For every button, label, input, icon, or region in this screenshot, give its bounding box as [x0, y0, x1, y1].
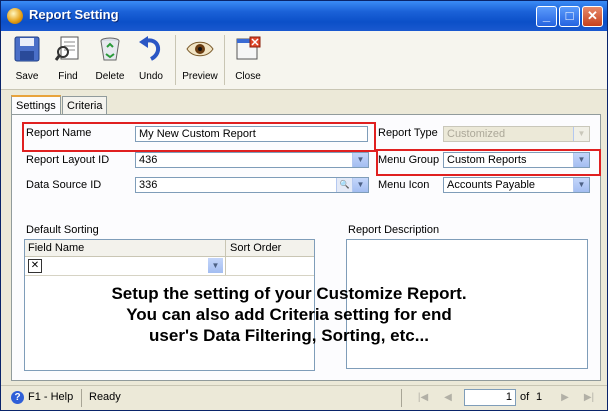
report-type-value: Customized [447, 128, 506, 140]
app-icon [7, 8, 23, 24]
status-separator [401, 389, 402, 407]
total-pages: 1 [536, 391, 543, 403]
instruction-line-3: user's Data Filtering, Sorting, etc... [149, 326, 429, 345]
instruction-overlay: Setup the setting of your Customize Repo… [59, 283, 519, 346]
toolbar-separator [224, 35, 225, 85]
menu-icon-value: Accounts Payable [447, 179, 536, 191]
close-window-button[interactable]: ✕ [582, 6, 603, 27]
minimize-button[interactable]: _ [536, 6, 557, 27]
report-layout-value: 436 [139, 154, 158, 166]
save-button[interactable]: Save [7, 35, 47, 82]
report-name-label: Report Name [26, 127, 92, 139]
table-row: ✕ ▼ [25, 257, 314, 276]
chevron-down-icon[interactable]: ▼ [573, 153, 589, 167]
cell-divider [225, 257, 226, 275]
find-label: Find [58, 71, 78, 82]
default-sorting-title: Default Sorting [26, 224, 99, 236]
undo-button[interactable]: Undo [131, 35, 171, 82]
instruction-line-1: Setup the setting of your Customize Repo… [111, 284, 467, 303]
previous-page-icon[interactable]: ◀ [440, 391, 456, 405]
menu-group-select[interactable]: Custom Reports ▼ [443, 152, 590, 168]
next-page-icon[interactable]: ▶ [557, 391, 573, 405]
menu-icon-label: Menu Icon [378, 179, 430, 191]
menu-icon-select[interactable]: Accounts Payable ▼ [443, 177, 590, 193]
of-label: of [520, 391, 530, 403]
chevron-down-icon: ▼ [573, 127, 589, 141]
chevron-down-icon[interactable]: ▼ [352, 178, 368, 192]
last-page-icon[interactable]: ▶| [581, 391, 597, 405]
help-link[interactable]: ? F1 - Help [11, 390, 73, 404]
chevron-down-icon[interactable]: ▼ [573, 178, 589, 192]
chevron-down-icon[interactable]: ▼ [208, 258, 223, 273]
maximize-button[interactable]: □ [559, 6, 580, 27]
window-title: Report Setting [29, 7, 119, 22]
menu-group-label: Menu Group [378, 154, 440, 166]
preview-button[interactable]: Preview [180, 35, 220, 82]
close-label: Close [235, 71, 261, 82]
status-separator [81, 389, 82, 407]
header-divider [225, 240, 226, 256]
chevron-down-icon[interactable]: ▼ [352, 153, 368, 167]
menu-group-value: Custom Reports [447, 154, 527, 166]
title-bar: Report Setting _ □ ✕ [1, 1, 607, 31]
help-icon: ? [11, 390, 24, 404]
report-layout-label: Report Layout ID [26, 154, 110, 166]
close-button[interactable]: Close [228, 35, 268, 82]
delete-button[interactable]: Delete [90, 35, 130, 82]
status-bar: ? F1 - Help Ready |◀ ◀ 1 of 1 ▶ ▶| [1, 385, 607, 410]
field-name-header[interactable]: Field Name [28, 240, 84, 256]
find-button[interactable]: Find [48, 35, 88, 82]
search-icon[interactable]: 🔍 [336, 178, 352, 192]
data-source-lookup[interactable]: 336 🔍 ▼ [135, 177, 369, 193]
report-setting-window: Report Setting _ □ ✕ Save Find Delete Un… [0, 0, 608, 411]
sorting-grid-header: Field Name Sort Order [25, 240, 314, 257]
toolbar: Save Find Delete Undo Preview Close [1, 31, 607, 90]
data-source-value: 336 [139, 179, 158, 191]
sort-order-header[interactable]: Sort Order [230, 240, 281, 256]
toolbar-separator [175, 35, 176, 85]
recycle-bin-icon [100, 37, 120, 61]
delete-label: Delete [95, 71, 125, 82]
report-description-title: Report Description [348, 224, 440, 236]
help-label: F1 - Help [28, 391, 74, 403]
save-label: Save [15, 71, 39, 82]
undo-label: Undo [139, 71, 163, 82]
preview-label: Preview [182, 71, 218, 82]
data-source-label: Data Source ID [26, 179, 102, 191]
eye-icon [186, 41, 214, 57]
status-text: Ready [89, 391, 121, 403]
report-layout-select[interactable]: 436 ▼ [135, 152, 369, 168]
delete-row-icon[interactable]: ✕ [28, 259, 42, 273]
save-icon [14, 36, 40, 62]
undo-icon [139, 36, 161, 61]
close-icon [236, 36, 261, 60]
report-name-input[interactable]: My New Custom Report [135, 126, 368, 142]
page-number-input[interactable]: 1 [464, 389, 516, 406]
report-type-select: Customized ▼ [443, 126, 590, 142]
find-icon [54, 36, 79, 61]
report-type-label: Report Type [378, 127, 438, 139]
instruction-line-2: You can also add Criteria setting for en… [126, 305, 452, 324]
first-page-icon[interactable]: |◀ [415, 391, 431, 405]
tab-criteria[interactable]: Criteria [62, 96, 108, 115]
